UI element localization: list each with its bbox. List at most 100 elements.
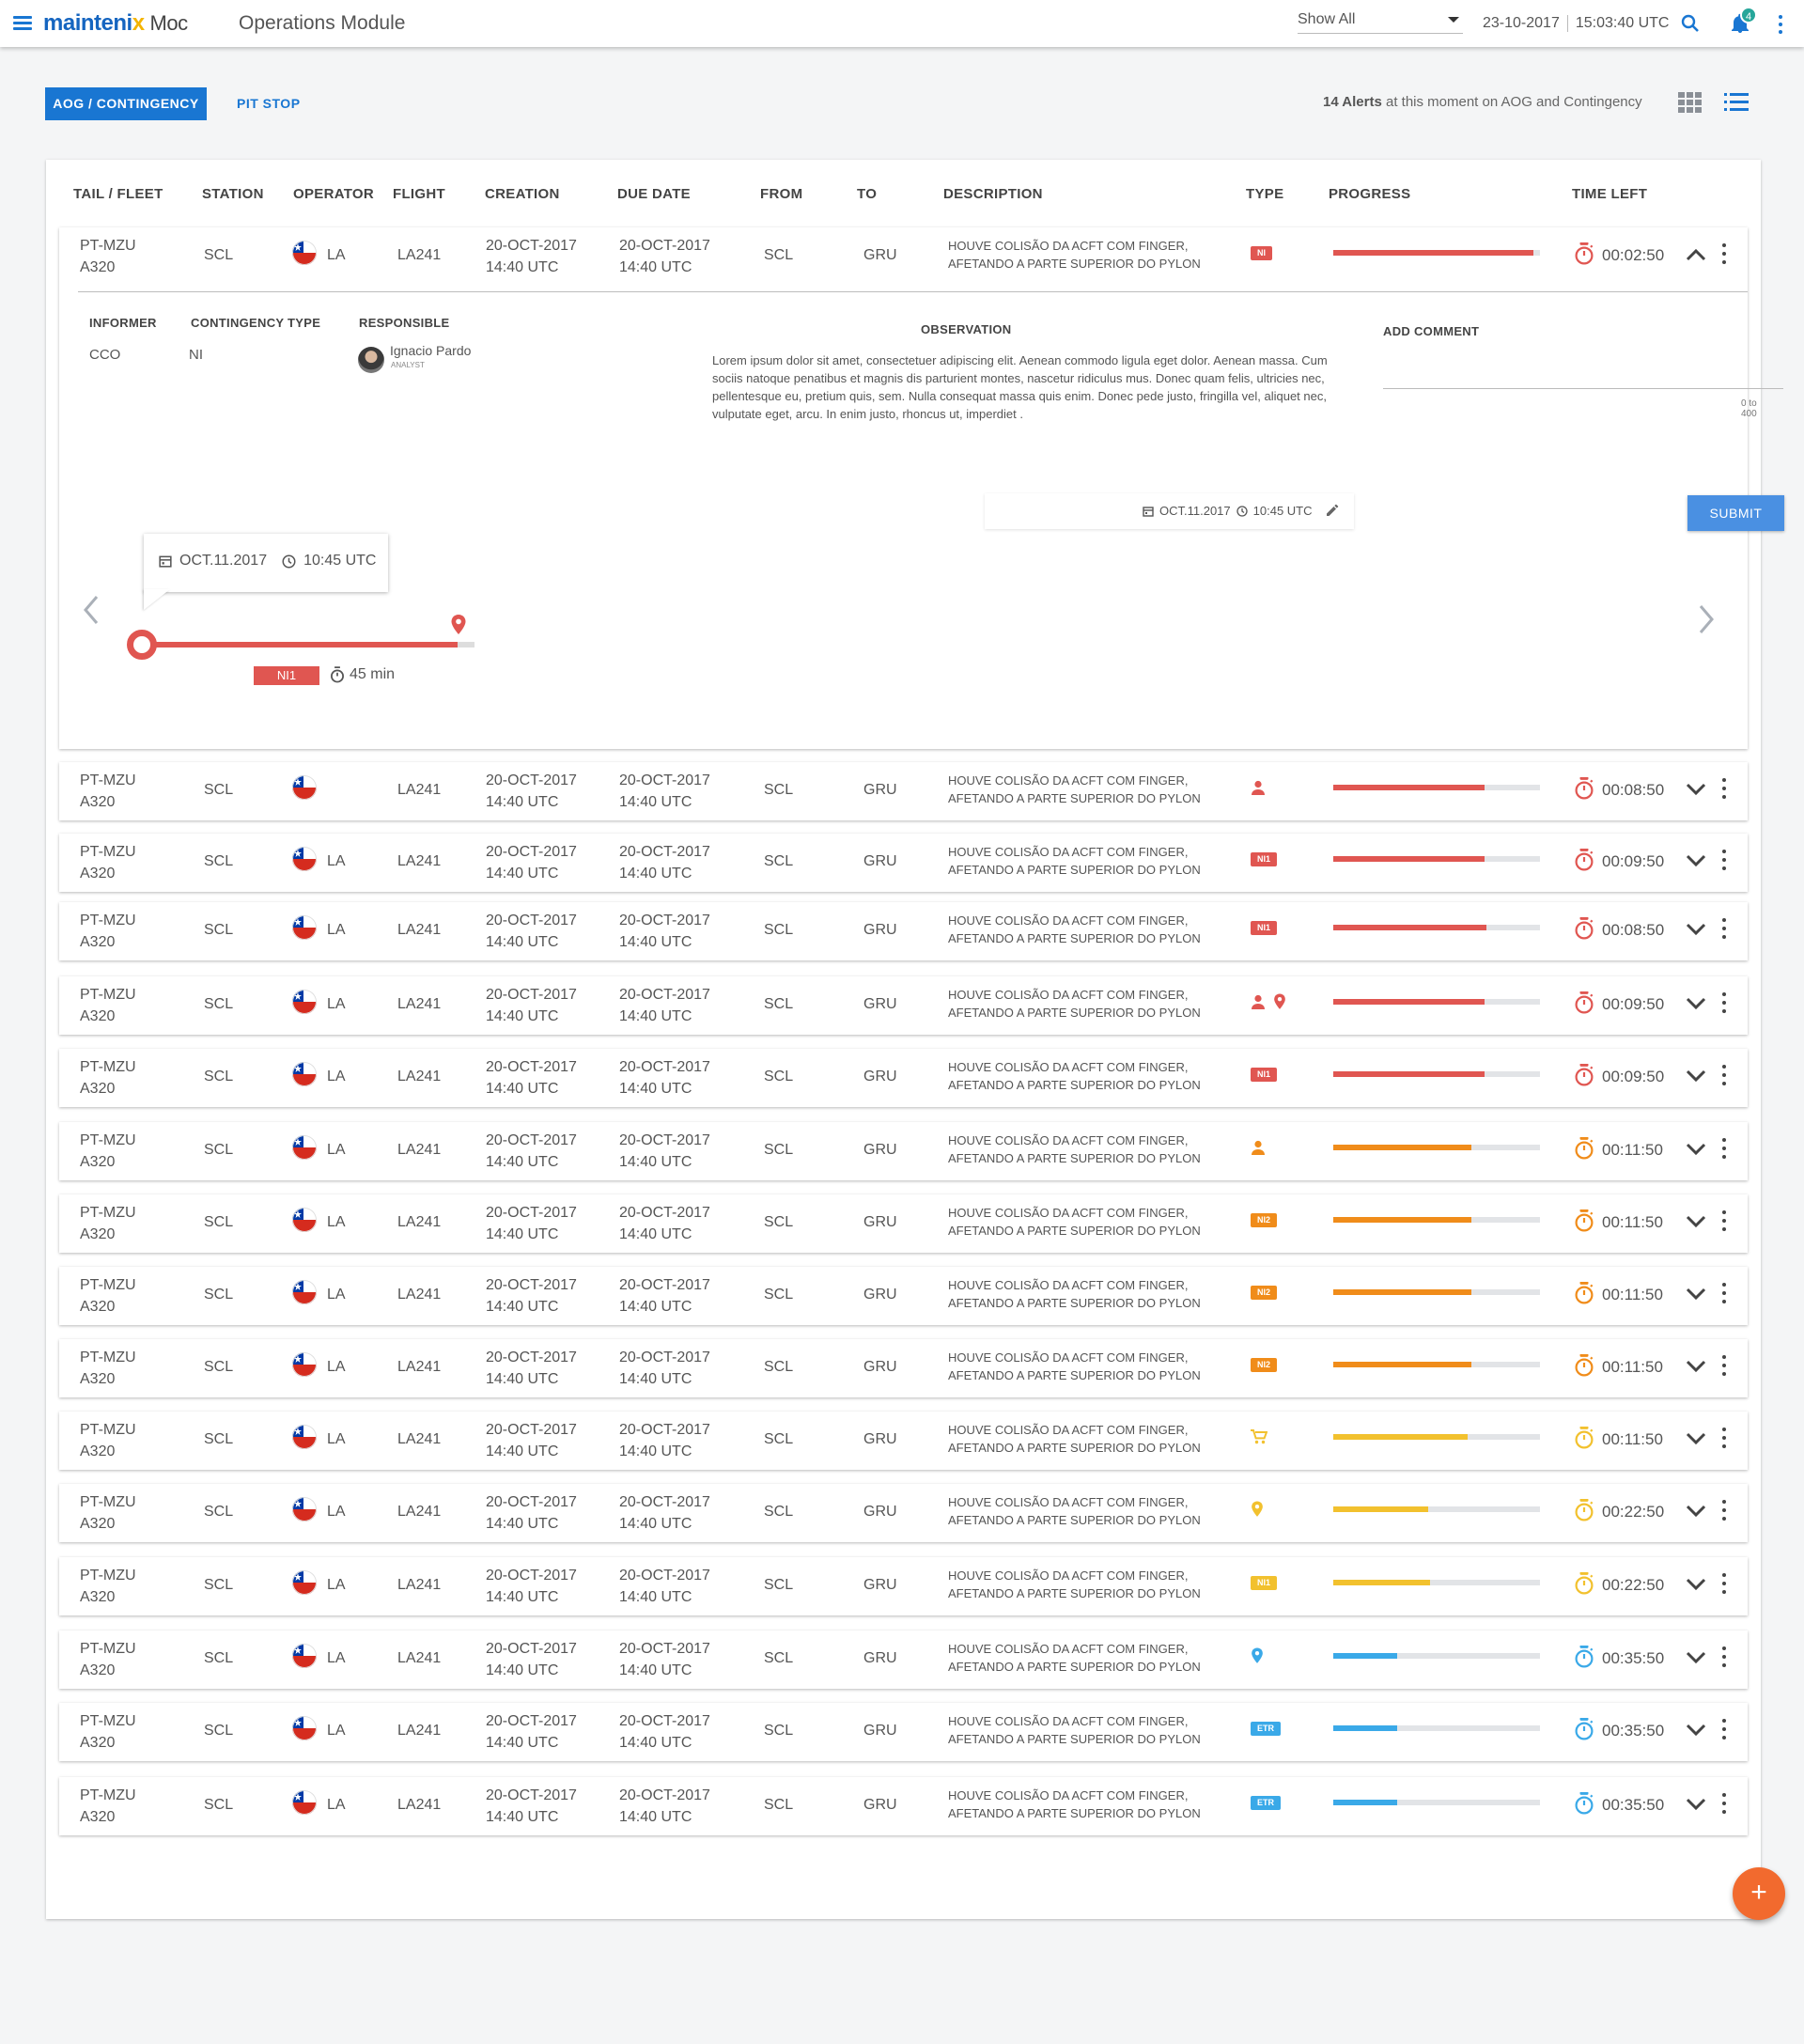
search-icon[interactable] (1681, 14, 1700, 33)
col-header-due-date[interactable]: DUE DATE (617, 186, 691, 202)
row-more-options-icon[interactable] (1721, 1283, 1727, 1303)
description-line-1: HOUVE COLISÃO DA ACFT COM FINGER, (948, 988, 1189, 1002)
timeline-start-handle[interactable] (127, 630, 157, 660)
row-more-options-icon[interactable] (1721, 1646, 1727, 1667)
comment-input[interactable] (1383, 388, 1783, 389)
app-more-options-icon[interactable] (1778, 15, 1783, 34)
creation-date: 20-OCT-2017 (486, 1205, 577, 1221)
list-view-icon[interactable] (1724, 92, 1749, 113)
chevron-down-icon[interactable] (1686, 854, 1706, 867)
due-datetime: 20-OCT-2017 14:40 UTC (619, 984, 710, 1027)
tail-fleet: PT-MZU A320 (80, 1785, 136, 1828)
row-more-options-icon[interactable] (1721, 1138, 1727, 1159)
col-header-flight[interactable]: FLIGHT (393, 186, 445, 202)
col-header-to[interactable]: TO (857, 186, 877, 202)
operator-code: LA (327, 1504, 346, 1520)
chevron-down-icon[interactable] (1686, 1069, 1706, 1083)
operator-code: LA (327, 1577, 346, 1593)
time-left: 00:09:50 (1602, 995, 1665, 1013)
alert-row[interactable]: PT-MZU A320 SCL LA LA241 20-OCT-2017 14:40… (59, 902, 1748, 960)
alert-row[interactable]: PT-MZU A320 SCL LA LA241 20-OCT-2017 14:40… (59, 1049, 1748, 1107)
chevron-down-icon[interactable] (1686, 997, 1706, 1010)
alert-row[interactable]: PT-MZU A320 SCL LA LA241 20-OCT-2017 14:40… (59, 1484, 1748, 1542)
chevron-down-icon[interactable] (1686, 1143, 1706, 1156)
col-header-tail[interactable]: TAIL / FLEET (73, 186, 163, 202)
col-header-description[interactable]: DESCRIPTION (943, 186, 1043, 202)
tab-aog-contingency[interactable]: AOG / CONTINGENCY (45, 87, 207, 120)
chevron-down-icon[interactable] (1686, 1724, 1706, 1737)
location-pin-icon[interactable] (450, 615, 467, 635)
description-line-2: AFETANDO A PARTE SUPERIOR DO PYLON (948, 1586, 1201, 1600)
clock-icon (282, 554, 296, 568)
description: HOUVE COLISÃO DA ACFT COM FINGER, AFETAND… (948, 1204, 1201, 1240)
chevron-down-icon[interactable] (1686, 1798, 1706, 1811)
type-indicators: ETR (1251, 1719, 1281, 1738)
alert-row[interactable]: PT-MZU A320 SCL LA LA241 20-OCT-2017 14:40… (59, 1267, 1748, 1325)
col-header-time-left[interactable]: TIME LEFT (1572, 186, 1647, 202)
chevron-down-icon[interactable] (1686, 923, 1706, 936)
row-more-options-icon[interactable] (1721, 778, 1727, 799)
alert-row[interactable]: PT-MZU A320 SCL LA LA241 20-OCT-2017 14:40… (59, 1557, 1748, 1615)
progress-bar (1333, 1217, 1540, 1223)
destination-station: GRU (863, 922, 897, 938)
filter-select[interactable]: Show All (1298, 11, 1463, 34)
chevron-down-icon[interactable] (1686, 783, 1706, 796)
add-alert-fab-button[interactable]: + (1733, 1867, 1785, 1920)
row-more-options-icon[interactable] (1721, 1065, 1727, 1085)
row-more-options-icon[interactable] (1721, 1500, 1727, 1521)
tab-pit-stop[interactable]: PIT STOP (237, 87, 301, 120)
chevron-left-icon[interactable] (82, 594, 101, 626)
chevron-down-icon[interactable] (1686, 1505, 1706, 1518)
chevron-down-icon[interactable] (1686, 1578, 1706, 1591)
col-header-type[interactable]: TYPE (1246, 186, 1283, 202)
type-indicators (1251, 1646, 1264, 1665)
alert-row-expanded[interactable]: PT-MZU A320 SCL LA LA241 20-OCT-2017 14:40… (59, 227, 1784, 749)
grid-view-icon[interactable] (1678, 92, 1703, 113)
col-header-operator[interactable]: OPERATOR (293, 186, 374, 202)
chevron-down-icon[interactable] (1686, 1360, 1706, 1373)
row-more-options-icon[interactable] (1721, 243, 1727, 264)
chevron-right-icon[interactable] (1697, 603, 1716, 635)
alert-row[interactable]: PT-MZU A320 SCL LA LA241 20-OCT-2017 14:40… (59, 1339, 1748, 1397)
creation-time: 14:40 UTC (486, 1154, 559, 1170)
edit-pencil-icon[interactable] (1324, 501, 1341, 518)
row-more-options-icon[interactable] (1721, 1719, 1727, 1740)
destination-station: GRU (863, 1797, 897, 1813)
alert-row[interactable]: PT-MZU A320 SCL LA LA241 20-OCT-2017 14:40… (59, 976, 1748, 1035)
col-header-from[interactable]: FROM (760, 186, 802, 202)
row-more-options-icon[interactable] (1721, 992, 1727, 1013)
alert-row[interactable]: PT-MZU A320 SCL LA LA241 20-OCT-2017 14:40… (59, 1703, 1748, 1761)
alert-row[interactable]: PT-MZU A320 SCL LA LA241 20-OCT-2017 14:40… (59, 1631, 1748, 1689)
app-logo[interactable]: maintenix Moc (43, 10, 188, 37)
row-more-options-icon[interactable] (1721, 850, 1727, 870)
col-header-station[interactable]: STATION (202, 186, 264, 202)
col-header-creation[interactable]: CREATION (485, 186, 560, 202)
row-more-options-icon[interactable] (1721, 1793, 1727, 1814)
alert-row[interactable]: PT-MZU A320 SCL LA LA241 20-OCT-2017 14:40… (59, 1194, 1748, 1253)
chile-flag-icon (292, 1570, 317, 1595)
row-more-options-icon[interactable] (1721, 1573, 1727, 1594)
tail-number: PT-MZU (80, 1787, 136, 1803)
due-date: 20-OCT-2017 (619, 1641, 710, 1657)
row-more-options-icon[interactable] (1721, 1355, 1727, 1376)
chevron-down-icon[interactable] (1686, 1432, 1706, 1445)
col-header-progress[interactable]: PROGRESS (1329, 186, 1410, 202)
alert-row[interactable]: PT-MZU A320 SCL LA LA241 20-OCT-2017 14:40… (59, 1412, 1748, 1470)
due-date: 20-OCT-2017 (619, 844, 710, 860)
alert-row[interactable]: PT-MZU A320 SCL LA241 20-OCT-2017 14:40 UT… (59, 762, 1748, 820)
current-date: 23-10-2017 (1483, 15, 1560, 32)
chevron-up-icon[interactable] (1686, 248, 1706, 261)
row-more-options-icon[interactable] (1721, 1428, 1727, 1448)
progress-fill (1333, 785, 1485, 790)
hamburger-menu-icon[interactable] (13, 16, 32, 31)
alert-row[interactable]: PT-MZU A320 SCL LA LA241 20-OCT-2017 14:40… (59, 1777, 1748, 1835)
alert-row[interactable]: PT-MZU A320 SCL LA LA241 20-OCT-2017 14:40… (59, 834, 1748, 892)
submit-comment-button[interactable]: SUBMIT (1687, 495, 1784, 531)
alert-row[interactable]: PT-MZU A320 SCL LA LA241 20-OCT-2017 14:40… (59, 1122, 1748, 1180)
chevron-down-icon[interactable] (1686, 1215, 1706, 1228)
chevron-down-icon[interactable] (1686, 1287, 1706, 1301)
chevron-down-icon[interactable] (1686, 1651, 1706, 1664)
row-more-options-icon[interactable] (1721, 1210, 1727, 1231)
type-indicators: NI2 (1251, 1283, 1278, 1302)
row-more-options-icon[interactable] (1721, 918, 1727, 939)
